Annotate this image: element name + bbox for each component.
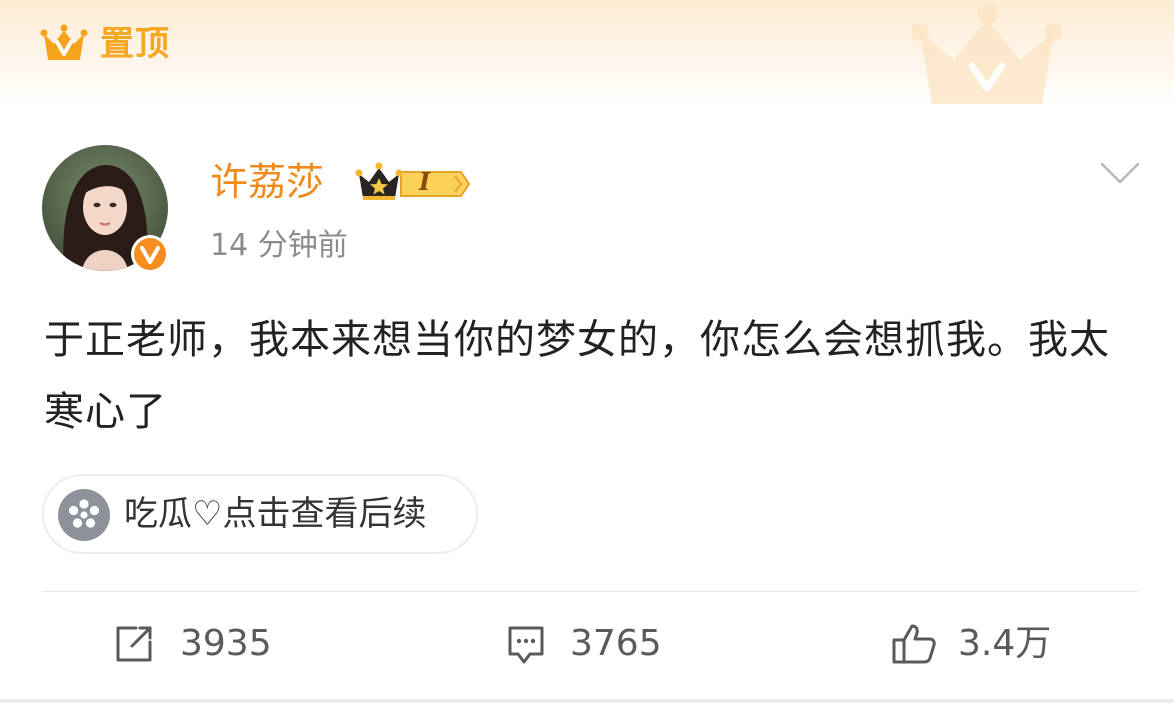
member-badge[interactable]: I — [355, 160, 471, 204]
divider — [42, 591, 1138, 592]
author-name[interactable]: 许荔莎 — [210, 158, 324, 206]
post-text: 于正老师，我本来想当你的梦女的，你怎么会想抓我。我太寒心了 — [44, 317, 1110, 435]
post-timestamp: 14 分钟前 — [210, 228, 348, 263]
chevron-down-icon[interactable] — [1098, 158, 1142, 188]
flower-icon — [58, 489, 110, 541]
member-crown-icon — [355, 162, 471, 200]
repost-button[interactable]: 3935 — [112, 614, 302, 674]
thumbs-up-icon — [892, 624, 936, 664]
repost-icon — [116, 626, 152, 662]
weibo-post-card: 置顶 许荔莎 I 14 分钟前 于正老师，我本来想当你的梦女的，你怎么会想抓我。… — [0, 0, 1174, 703]
pinned-label: 置顶 — [100, 24, 170, 64]
bottom-separator — [0, 699, 1174, 703]
topic-chip-label: 吃瓜♡点击查看后续 — [124, 494, 427, 534]
pinned-banner: 置顶 — [0, 0, 1174, 110]
topic-chip[interactable]: 吃瓜♡点击查看后续 — [42, 474, 478, 554]
like-button[interactable]: 3.4万 — [890, 614, 1090, 674]
comment-icon — [508, 626, 544, 664]
like-count: 3.4万 — [958, 623, 1052, 664]
repost-count: 3935 — [180, 623, 272, 664]
crown-watermark-icon — [912, 4, 1062, 104]
verified-badge-icon — [131, 235, 169, 273]
member-level: I — [419, 167, 431, 196]
crown-v-icon — [40, 24, 88, 60]
comment-count: 3765 — [570, 623, 662, 664]
comment-button[interactable]: 3765 — [504, 614, 694, 674]
